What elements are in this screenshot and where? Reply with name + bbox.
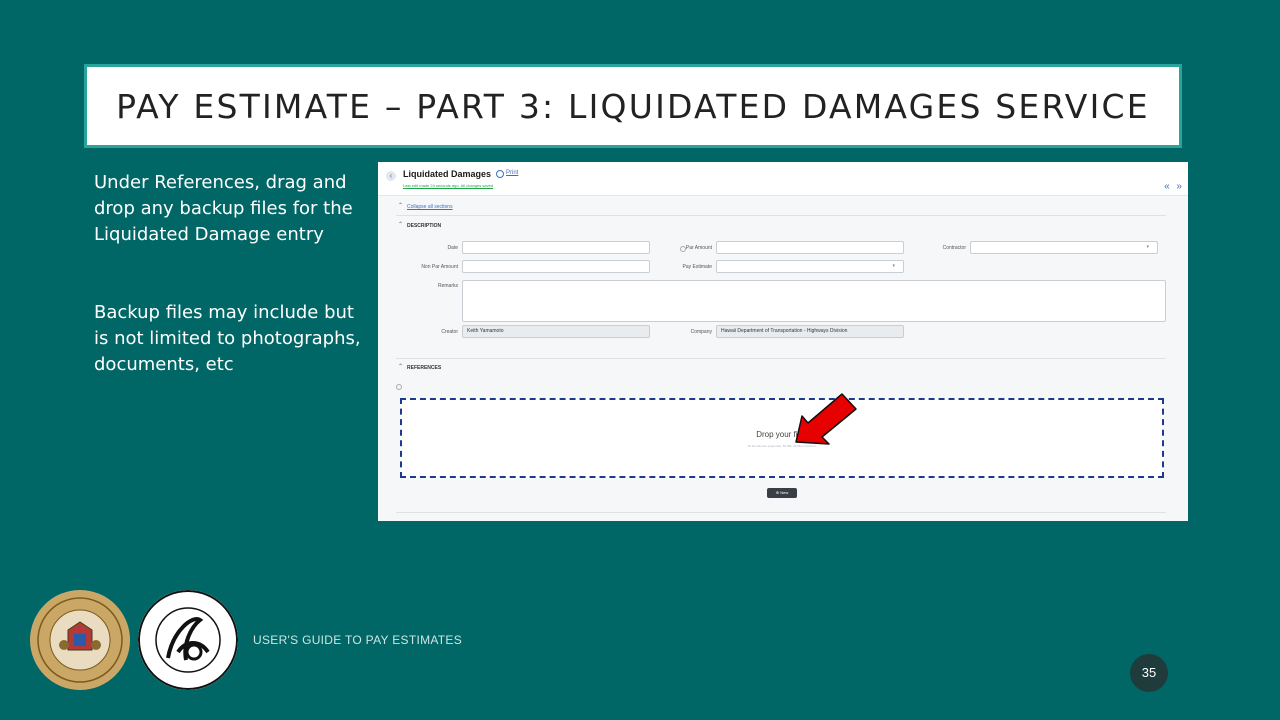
- divider: [396, 358, 1166, 359]
- instruction-backup-files: Backup files may include but is not limi…: [94, 302, 361, 375]
- footer-title: USER'S GUIDE TO PAY ESTIMATES: [253, 633, 463, 647]
- new-button-label: New: [780, 490, 789, 495]
- save-status: Last edit made 24 seconds ago. All chang…: [403, 183, 494, 188]
- date-field[interactable]: [462, 241, 650, 254]
- par-amount-label: Par Amount: [685, 245, 712, 251]
- contractor-select[interactable]: ▾: [970, 241, 1158, 254]
- pay-estimate-select[interactable]: ▾: [716, 260, 904, 273]
- app-screenshot: ‹ Liquidated Damages Print Last edit mad…: [378, 162, 1188, 521]
- divider: [396, 512, 1166, 513]
- chevron-down-icon: ▾: [892, 263, 895, 269]
- non-par-amount-label: Non Par Amount: [421, 264, 458, 270]
- par-amount-field[interactable]: [716, 241, 904, 254]
- state-of-hawaii-seal-icon: [30, 590, 130, 690]
- creator-field: Keith Yamamoto: [462, 325, 650, 338]
- nav-arrows-icon[interactable]: « »: [1164, 181, 1184, 192]
- remarks-label: Remarks: [437, 283, 458, 289]
- remarks-textarea[interactable]: [462, 280, 1166, 322]
- description-section-header[interactable]: DESCRIPTION: [407, 223, 441, 229]
- company-field: Hawaii Department of Transportation - Hi…: [716, 325, 904, 338]
- pay-estimate-label: Pay Estimate: [682, 264, 712, 270]
- print-icon[interactable]: [496, 170, 504, 178]
- slide-title-box: PAY ESTIMATE – PART 3: LIQUIDATED DAMAGE…: [84, 64, 1182, 148]
- new-button[interactable]: ⊕ New: [767, 488, 797, 498]
- instruction-text: Under References, drag and drop any back…: [94, 170, 364, 378]
- slide-title: PAY ESTIMATE – PART 3: LIQUIDATED DAMAGE…: [116, 86, 1150, 126]
- back-arrow-icon[interactable]: ‹: [386, 171, 396, 181]
- file-drop-zone[interactable]: Drop your files All formats are supporte…: [400, 398, 1164, 478]
- chevron-up-icon[interactable]: ⌃: [398, 363, 403, 370]
- red-arrow-pointer-icon: [795, 393, 857, 445]
- drop-zone-subtext: All formats are supported. 50 MB, 20 fil…: [747, 444, 817, 448]
- company-label: Company: [690, 329, 712, 335]
- radio-icon[interactable]: [396, 384, 402, 390]
- page-title: Liquidated Damages: [403, 169, 492, 179]
- department-of-transportation-seal-icon: [138, 590, 238, 690]
- divider: [396, 215, 1166, 216]
- date-label: Date: [447, 245, 458, 251]
- print-link[interactable]: Print: [506, 170, 518, 176]
- chevron-up-icon: ⌃: [398, 203, 404, 209]
- app-header: ‹ Liquidated Damages Print Last edit mad…: [378, 162, 1188, 196]
- drop-zone-text: Drop your files: [756, 430, 808, 439]
- references-section-header[interactable]: REFERENCES: [407, 365, 441, 371]
- creator-label: Creator: [441, 329, 458, 335]
- non-par-amount-field[interactable]: [462, 260, 650, 273]
- page-number: 35: [1130, 654, 1168, 692]
- contractor-label: Contractor: [942, 245, 966, 251]
- chevron-up-icon[interactable]: ⌃: [398, 221, 403, 228]
- plus-icon: ⊕: [775, 490, 780, 495]
- collapse-all-link[interactable]: Collapse all sections: [407, 204, 453, 210]
- instruction-drag-drop: Under References, drag and drop any back…: [94, 172, 353, 245]
- chevron-down-icon: ▾: [1146, 244, 1149, 250]
